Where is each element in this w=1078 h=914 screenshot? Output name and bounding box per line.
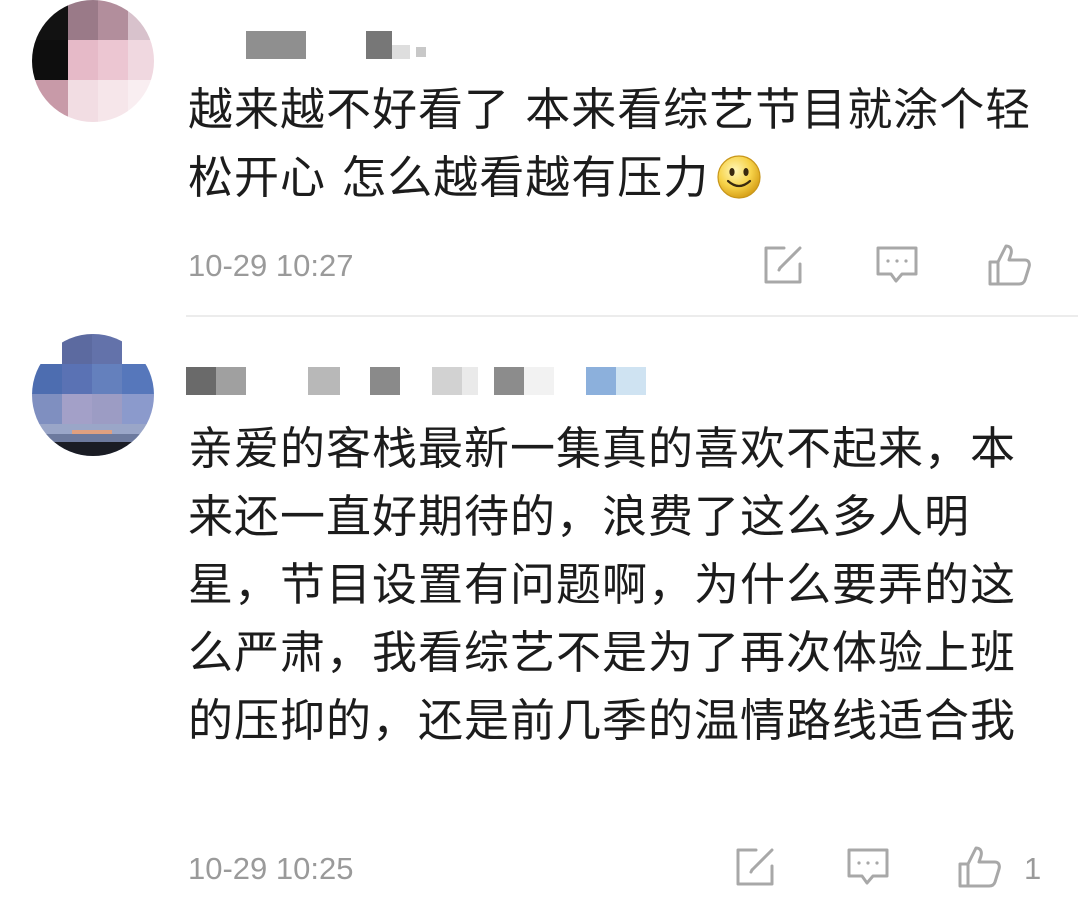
like-count: 1 xyxy=(1024,851,1042,886)
comment-timestamp: 10-29 10:27 xyxy=(188,248,354,283)
thumbs-up-icon[interactable] xyxy=(986,242,1032,288)
comment-text: 亲爱的客栈最新一集真的喜欢不起来，本来还一直好期待的，浪费了这么多人明星，节目设… xyxy=(188,422,1017,747)
comment-item: 越来越不好看了 本来看综艺节目就涂个轻松开心 怎么越看越有压力 10-29 10… xyxy=(0,0,1078,316)
comment-text-content: 越来越不好看了 本来看综艺节目就涂个轻松开心 怎么越看越有压力 xyxy=(188,83,1032,204)
comment-item: 亲爱的客栈最新一集真的喜欢不起来，本来还一直好期待的，浪费了这么多人明星，节目设… xyxy=(0,317,1078,914)
comment-text: 越来越不好看了 本来看综艺节目就涂个轻松开心 怎么越看越有压力 xyxy=(188,76,1048,220)
comment-reply-icon[interactable] xyxy=(845,844,891,890)
avatar[interactable] xyxy=(32,334,154,456)
edit-share-icon[interactable] xyxy=(732,844,778,890)
comment-reply-icon[interactable] xyxy=(874,242,920,288)
smiley-emoji-icon xyxy=(715,152,763,220)
avatar[interactable] xyxy=(32,0,154,122)
thumbs-up-icon[interactable] xyxy=(956,844,1002,890)
edit-share-icon[interactable] xyxy=(760,242,806,288)
comment-timestamp: 10-29 10:25 xyxy=(188,851,354,886)
